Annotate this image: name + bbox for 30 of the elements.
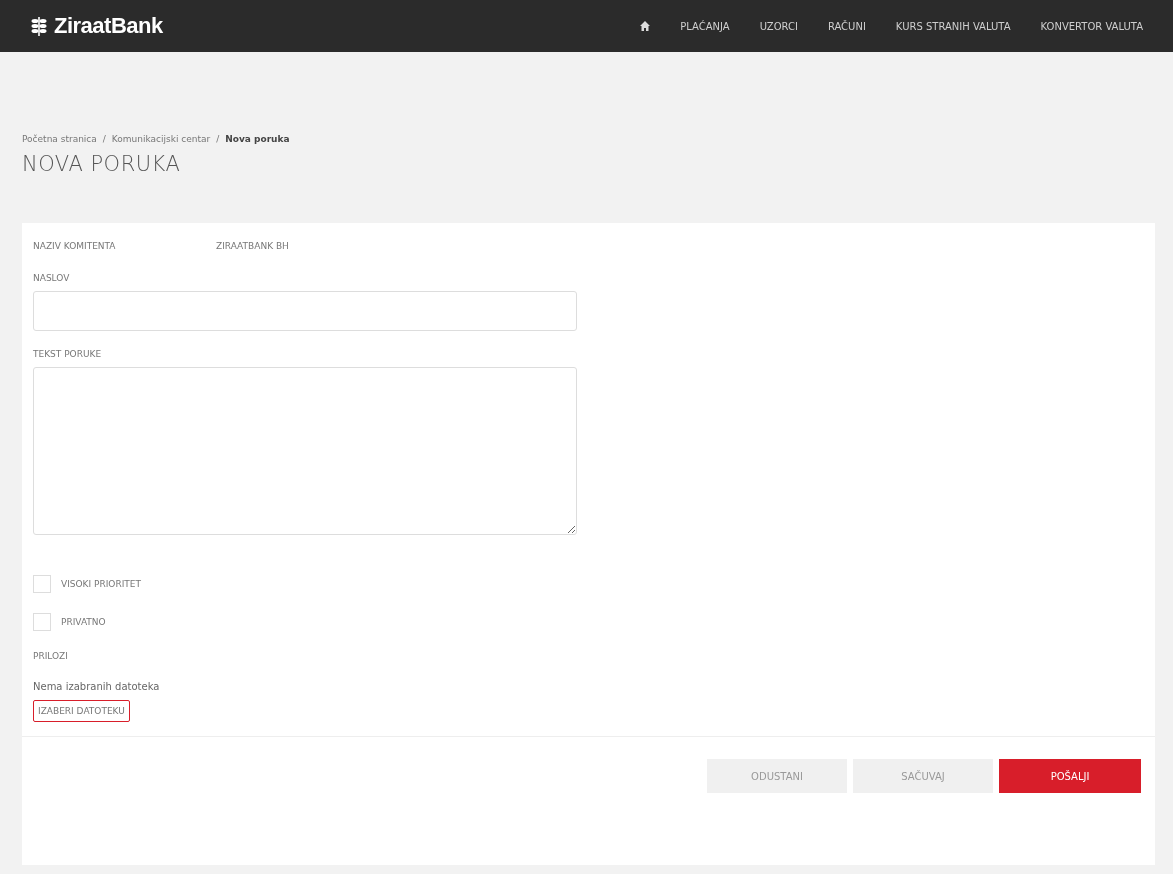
checkbox[interactable] xyxy=(33,613,51,631)
subject-field[interactable] xyxy=(33,291,577,331)
client-name: ZIRAATBANK BH xyxy=(216,241,289,251)
checkbox-label[interactable]: VISOKI PRIORITET xyxy=(61,579,142,589)
page-title: NOVA PORUKA xyxy=(22,152,182,176)
field-label: TEKST PORUKE xyxy=(33,349,102,359)
nav-link[interactable]: KONVERTOR VALUTA xyxy=(1040,20,1143,32)
field-label: PRILOZI xyxy=(33,651,68,661)
breadcrumb-separator: / xyxy=(102,134,106,144)
breadcrumb-link[interactable]: Početna stranica xyxy=(22,134,97,144)
field-label: NASLOV xyxy=(33,273,70,283)
nav-link[interactable]: UZORCI xyxy=(759,20,798,32)
action-button[interactable]: POŠALJI xyxy=(999,759,1141,793)
message-field[interactable] xyxy=(33,367,577,535)
home-icon[interactable] xyxy=(640,21,651,31)
field-label: NAZIV KOMITENTA xyxy=(33,241,117,251)
file-status: Nema izabranih datoteka xyxy=(33,681,160,692)
wheat-logo-icon xyxy=(30,15,48,37)
action-button[interactable]: SAČUVAJ xyxy=(853,759,993,793)
checkbox-label[interactable]: PRIVATNO xyxy=(61,617,106,627)
nav-link[interactable]: KURS STRANIH VALUTA xyxy=(895,20,1011,32)
checkbox[interactable] xyxy=(33,575,51,593)
choose-file-button[interactable]: IZABERI DATOTEKU xyxy=(33,700,130,722)
nav-link[interactable]: PLAĆANJA xyxy=(680,20,730,32)
nav-link[interactable]: RAČUNI xyxy=(827,20,866,32)
breadcrumb-link[interactable]: Komunikacijski centar xyxy=(111,134,211,144)
breadcrumb-current: Nova poruka xyxy=(225,134,290,144)
bank-logo[interactable]: ZiraatBank xyxy=(54,13,163,39)
breadcrumb-separator: / xyxy=(216,134,220,144)
action-button[interactable]: ODUSTANI xyxy=(707,759,847,793)
